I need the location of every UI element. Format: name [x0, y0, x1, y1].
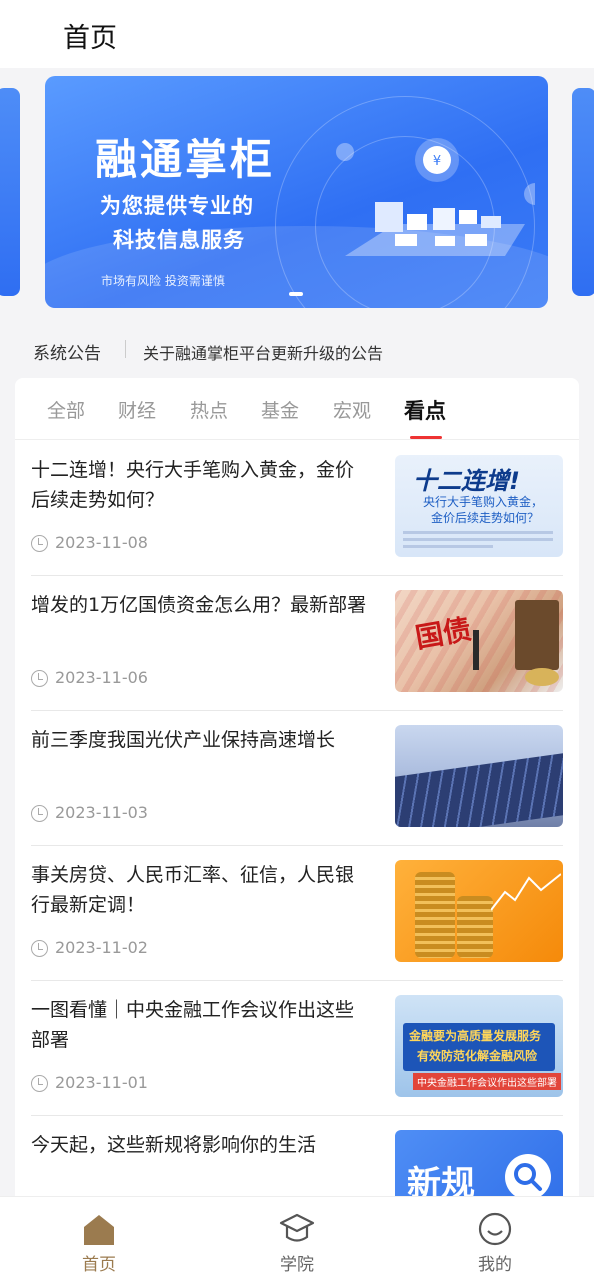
- banner-subline-2: 科技信息服务: [113, 228, 245, 252]
- tabbar-home[interactable]: 首页: [39, 1197, 159, 1280]
- thumb-subline-2: 金价后续走势如何？: [431, 511, 540, 525]
- news-card: 全部 财经 热点 基金 宏观 看点 十二连增！央行大手笔购入黄金，金价后续走势如…: [15, 378, 579, 1278]
- thumb-line-1: 金融要为高质量发展服务: [409, 1029, 542, 1043]
- thumb-coin-stack: [415, 872, 455, 958]
- banner-city-illustration: ¥: [336, 138, 535, 256]
- news-item[interactable]: 增发的1万亿国债资金怎么用？最新部署 2023-11-06 国债: [31, 576, 563, 711]
- tabbar-mine[interactable]: 我的: [435, 1197, 555, 1280]
- thumb-abacus: [515, 600, 559, 670]
- banner-risk-note: 市场有风险 投资需谨慎: [101, 274, 225, 288]
- banner-slide[interactable]: ¥ 融通掌柜 为您提供专业的 科技信息服务 市场有风险 投资需谨慎: [45, 76, 548, 308]
- news-thumbnail: 金融要为高质量发展服务 有效防范化解金融风险 中央金融工作会议作出这些部署: [395, 995, 563, 1097]
- banner-headline: 融通掌柜: [95, 135, 276, 184]
- news-date: 2023-11-08: [55, 533, 148, 552]
- thumb-text-lines: [403, 538, 553, 541]
- home-icon: [84, 1215, 114, 1245]
- bottom-tab-bar: 首页 学院 我的: [0, 1196, 594, 1280]
- thumb-text-lines: [403, 531, 553, 534]
- page-title: 首页: [63, 23, 117, 54]
- thumb-headline: 十二连增!: [413, 467, 520, 495]
- svg-text:¥: ¥: [433, 154, 441, 169]
- notice-label: 系统公告: [33, 344, 101, 364]
- thumb-text-lines: [403, 545, 493, 548]
- thumb-coins: [525, 668, 559, 686]
- graduation-cap-icon: [279, 1213, 315, 1242]
- tabbar-academy[interactable]: 学院: [237, 1197, 357, 1280]
- tab-finance[interactable]: 财经: [118, 396, 156, 423]
- news-date: 2023-11-02: [55, 938, 148, 957]
- banner-subline-1: 为您提供专业的: [100, 194, 254, 218]
- tabbar-home-label: 首页: [82, 1255, 116, 1275]
- thumb-figure: [473, 630, 479, 670]
- tabbar-academy-label: 学院: [280, 1255, 314, 1275]
- news-thumbnail: 十二连增! 央行大手笔购入黄金， 金价后续走势如何？: [395, 455, 563, 557]
- news-title: 事关房贷、人民币汇率、征信，人民银行最新定调！: [31, 864, 355, 916]
- top-header: 首页: [0, 0, 594, 68]
- news-title: 今天起，这些新规将影响你的生活: [31, 1134, 317, 1156]
- tab-fund[interactable]: 基金: [261, 396, 299, 423]
- news-item[interactable]: 事关房贷、人民币汇率、征信，人民银行最新定调！ 2023-11-02: [31, 846, 563, 981]
- tab-hot[interactable]: 热点: [190, 396, 228, 423]
- thumb-line-2: 有效防范化解金融风险: [417, 1049, 538, 1063]
- tab-macro[interactable]: 宏观: [333, 396, 371, 423]
- tab-all[interactable]: 全部: [47, 396, 85, 423]
- thumb-coin-stack: [457, 896, 493, 958]
- thumb-subline-1: 央行大手笔购入黄金，: [423, 495, 544, 509]
- category-tabs: 全部 财经 热点 基金 宏观 看点: [15, 378, 579, 440]
- tabbar-mine-label: 我的: [478, 1255, 512, 1275]
- news-title: 一图看懂｜中央金融工作会议作出这些部署: [31, 999, 355, 1051]
- thumb-solar-panels: [395, 753, 563, 827]
- news-item[interactable]: 前三季度我国光伏产业保持高速增长 2023-11-03: [31, 711, 563, 846]
- smile-icon: [478, 1212, 512, 1246]
- tab-highlights[interactable]: 看点: [404, 395, 446, 425]
- notice-text[interactable]: 关于融通掌柜平台更新升级的公告: [143, 340, 383, 364]
- notice-divider: [125, 340, 126, 358]
- news-date: 2023-11-03: [55, 803, 148, 822]
- thumb-trend-line: [491, 873, 561, 911]
- news-item[interactable]: 十二连增！央行大手笔购入黄金，金价后续走势如何？ 2023-11-08 十二连增…: [31, 441, 563, 576]
- carousel-indicator: [289, 292, 303, 296]
- next-banner-peek[interactable]: [572, 88, 594, 296]
- news-title: 前三季度我国光伏产业保持高速增长: [31, 729, 336, 751]
- news-date: 2023-11-01: [55, 1073, 148, 1092]
- banner-carousel[interactable]: ¥ 融通掌柜 为您提供专业的 科技信息服务 市场有风险 投资需谨慎: [0, 68, 594, 318]
- news-date: 2023-11-06: [55, 668, 148, 687]
- news-title: 增发的1万亿国债资金怎么用？最新部署: [31, 594, 367, 616]
- active-tab-indicator: [410, 436, 442, 439]
- news-thumbnail: 国债: [395, 590, 563, 692]
- prev-banner-peek[interactable]: [0, 88, 20, 296]
- system-notice-bar[interactable]: 系统公告 关于融通掌柜平台更新升级的公告: [0, 330, 594, 370]
- thumb-line-3: 中央金融工作会议作出这些部署: [413, 1073, 561, 1090]
- search-icon: [505, 1154, 551, 1200]
- news-title: 十二连增！央行大手笔购入黄金，金价后续走势如何？: [31, 459, 355, 511]
- news-thumbnail: [395, 725, 563, 827]
- news-thumbnail: [395, 860, 563, 962]
- news-item[interactable]: 一图看懂｜中央金融工作会议作出这些部署 2023-11-01 金融要为高质量发展…: [31, 981, 563, 1116]
